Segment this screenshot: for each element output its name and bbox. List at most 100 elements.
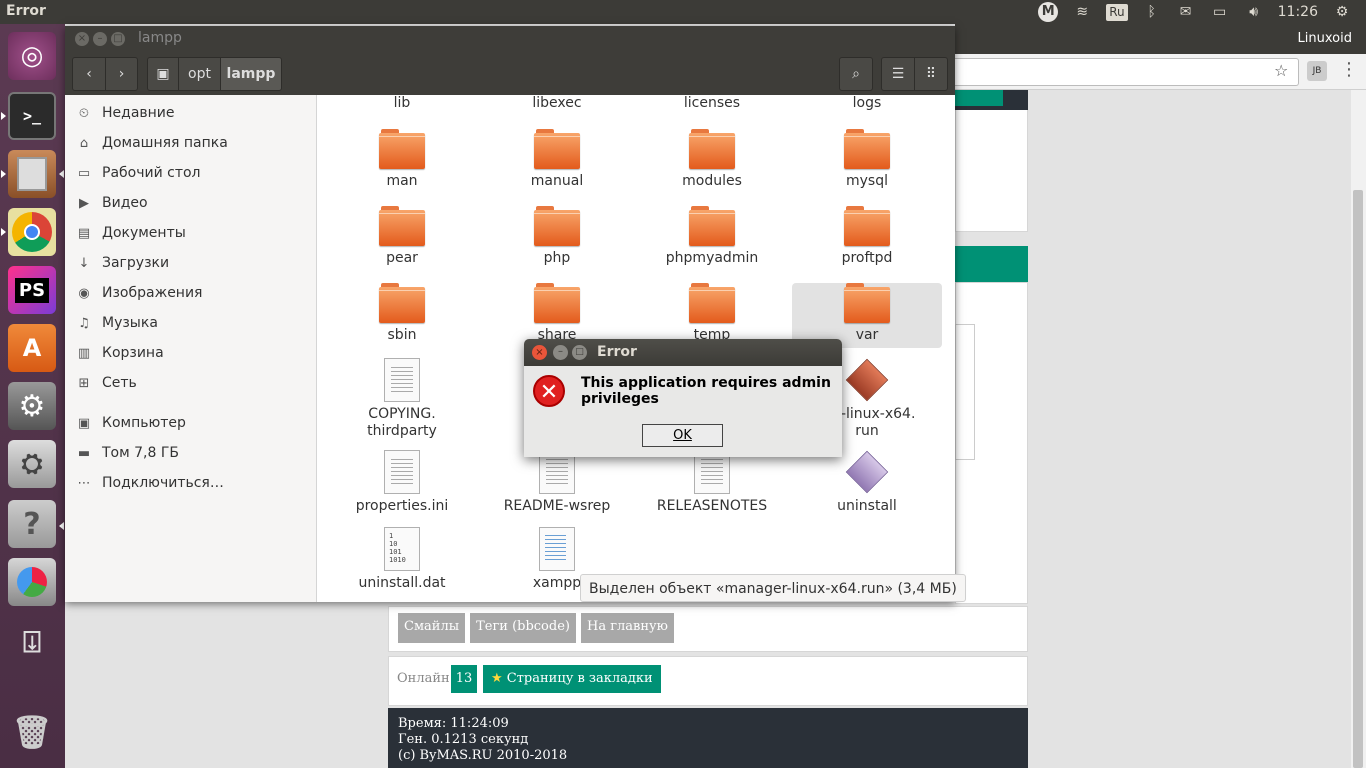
browser-menu-icon[interactable]: ⋮: [1340, 60, 1358, 80]
extension-jb-icon[interactable]: JB: [1307, 61, 1327, 81]
file-item[interactable]: sbin: [327, 283, 477, 344]
sidebar-item[interactable]: ⌂ Домашняя папка: [75, 131, 228, 155]
file-item[interactable]: licenses: [637, 95, 787, 112]
file-item[interactable]: modules: [637, 129, 787, 190]
file-item[interactable]: php: [482, 206, 632, 267]
launcher-disk-usage[interactable]: [8, 558, 56, 606]
running-indicator: [1, 170, 6, 178]
fm-headerbar: × – □ lampp ‹ › ▣ opt lampp ⌕ ☰ ⠿: [65, 26, 955, 95]
folder-icon: [379, 206, 425, 246]
dialog-message: This application requires admin privileg…: [581, 375, 831, 407]
dialog-minimize-button[interactable]: –: [553, 345, 568, 360]
file-item[interactable]: man: [327, 129, 477, 190]
dialog-title: Error: [597, 344, 637, 360]
keyboard-layout[interactable]: Ru: [1106, 3, 1128, 21]
path-root-button[interactable]: ▣: [147, 57, 179, 91]
file-item[interactable]: pear: [327, 206, 477, 267]
launcher-files[interactable]: [8, 150, 56, 198]
ok-button[interactable]: OK: [642, 424, 723, 447]
file-item[interactable]: manual: [482, 129, 632, 190]
grid-view-button[interactable]: ⠿: [914, 57, 948, 91]
bookmark-page-button[interactable]: ★ Страницу в закладки: [483, 665, 661, 693]
sidebar-item[interactable]: ◉ Изображения: [75, 281, 202, 305]
path-opt-button[interactable]: opt: [178, 57, 221, 91]
sidebar-item[interactable]: ⏲ Недавние: [75, 101, 175, 125]
smileys-button[interactable]: Смайлы: [398, 613, 466, 643]
home-icon: ⌂: [79, 135, 89, 151]
battery-icon[interactable]: ▭: [1210, 4, 1230, 20]
back-button[interactable]: ‹: [72, 57, 106, 91]
launcher-trash[interactable]: 🗑︎: [8, 708, 56, 756]
launcher-disks[interactable]: ⛭: [8, 440, 56, 488]
bluetooth-icon[interactable]: ᛒ: [1142, 4, 1162, 20]
sidebar-item[interactable]: ⊞ Сеть: [75, 371, 137, 395]
address-bar[interactable]: [955, 58, 1299, 86]
folder-icon: [844, 206, 890, 246]
disk-utility-icon: ⛭: [21, 448, 43, 479]
sidebar-item[interactable]: ▤ Документы: [75, 221, 186, 245]
launcher-settings[interactable]: ⚙: [8, 382, 56, 430]
clock[interactable]: 11:26: [1278, 4, 1318, 20]
envelope-icon[interactable]: ✉: [1176, 4, 1196, 20]
launcher-chrome[interactable]: [8, 208, 56, 256]
file-item[interactable]: libexec: [482, 95, 632, 112]
sidebar-item[interactable]: ⋯ Подключиться…: [75, 471, 224, 495]
file-item[interactable]: COPYING. thirdparty: [327, 358, 477, 440]
scrollbar-thumb[interactable]: [1353, 190, 1363, 768]
folder-icon: [534, 283, 580, 323]
textarea-edge[interactable]: [955, 324, 975, 460]
system-tray: M ≋ Ru ᛒ ✉ ▭ 🔊︎ 11:26 ⚙: [1038, 0, 1352, 24]
desktop-icon: ▭: [77, 165, 91, 181]
dialog-close-button[interactable]: ×: [532, 345, 547, 360]
file-item[interactable]: phpmyadmin: [637, 206, 787, 267]
file-item[interactable]: properties.ini: [327, 450, 477, 515]
file-item[interactable]: proftpd: [792, 206, 942, 267]
sidebar-item[interactable]: ♫ Музыка: [75, 311, 158, 335]
volume-icon[interactable]: 🔊︎: [1244, 4, 1264, 20]
fm-close-button[interactable]: ×: [75, 32, 89, 46]
file-item[interactable]: RELEASENOTES: [637, 450, 787, 515]
forward-button[interactable]: ›: [105, 57, 138, 91]
launcher-help[interactable]: ?: [8, 500, 56, 548]
wifi-icon[interactable]: ≋: [1072, 4, 1092, 20]
file-item[interactable]: 1 10 101 1010 uninstall.dat: [327, 527, 477, 592]
launcher-software-center[interactable]: A: [8, 324, 56, 372]
file-item[interactable]: mysql: [792, 129, 942, 190]
fm-minimize-button[interactable]: –: [93, 32, 107, 46]
camera-icon: ◉: [78, 285, 90, 301]
sidebar-item-label: Подключиться…: [102, 475, 224, 491]
launcher-phpstorm[interactable]: PS: [8, 266, 56, 314]
bookmark-star-icon[interactable]: ☆: [1274, 61, 1288, 80]
sidebar-item[interactable]: ▥ Корзина: [75, 341, 164, 365]
home-link-button[interactable]: На главную: [580, 613, 674, 643]
path-lampp-button[interactable]: lampp: [220, 57, 282, 91]
file-item[interactable]: share: [482, 283, 632, 344]
power-gear-icon[interactable]: ⚙: [1332, 4, 1352, 20]
sidebar-item[interactable]: ▶ Видео: [75, 191, 148, 215]
dialog-maximize-button[interactable]: □: [572, 345, 587, 360]
fm-maximize-button[interactable]: □: [111, 32, 125, 46]
file-item[interactable]: README-wsrep: [482, 450, 632, 515]
sidebar-item-label: Домашняя папка: [102, 135, 228, 151]
launcher-usb[interactable]: ⍗: [8, 618, 56, 666]
sidebar-item[interactable]: ↓ Загрузки: [75, 251, 170, 275]
file-item[interactable]: temp: [637, 283, 787, 344]
launcher-dash[interactable]: ◎: [8, 32, 56, 80]
text-file-icon: [384, 358, 420, 402]
launcher-arrow: [59, 522, 64, 530]
list-view-button[interactable]: ☰: [881, 57, 915, 91]
bbcode-tags-button[interactable]: Теги (bbcode): [470, 613, 576, 643]
online-count[interactable]: 13: [451, 665, 477, 693]
file-manager-window: × – □ lampp ‹ › ▣ opt lampp ⌕ ☰ ⠿ ⏲ Недав…: [65, 26, 955, 602]
mail-indicator-icon[interactable]: M: [1038, 2, 1059, 22]
launcher-terminal[interactable]: >_: [8, 92, 56, 140]
sidebar-item[interactable]: ▬ Том 7,8 ГБ: [75, 441, 179, 465]
sidebar-item[interactable]: ▣ Компьютер: [75, 411, 186, 435]
sidebar-item[interactable]: ▭ Рабочий стол: [75, 161, 201, 185]
search-button[interactable]: ⌕: [839, 57, 873, 91]
file-item[interactable]: logs: [792, 95, 942, 112]
script-file-icon: [539, 527, 575, 571]
file-item[interactable]: uninstall: [792, 450, 942, 515]
file-item[interactable]: lib: [327, 95, 477, 112]
network-icon: ⊞: [78, 375, 90, 391]
